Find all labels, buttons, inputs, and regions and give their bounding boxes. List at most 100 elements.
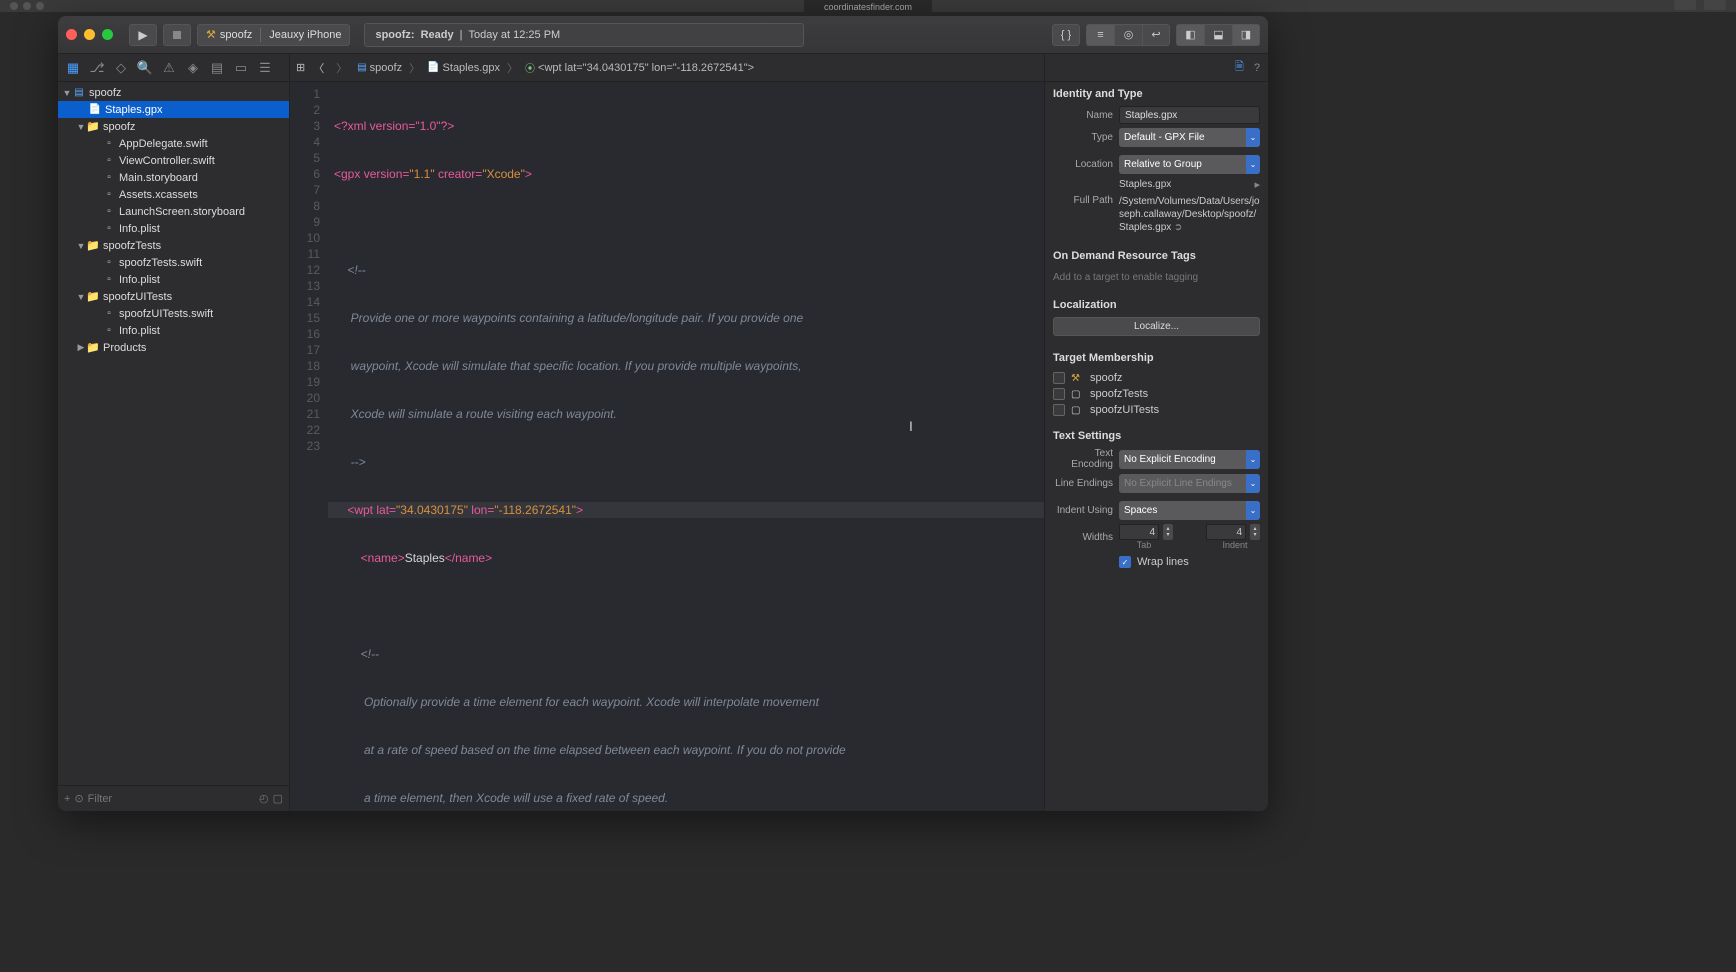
activity-view: spoofz: Ready | Today at 12:25 PM	[364, 23, 804, 47]
tree-folder[interactable]: ▶📁Products	[58, 339, 289, 356]
tree-file[interactable]: ▫Info.plist	[58, 220, 289, 237]
breakpoint-navigator-tab[interactable]: ▭	[230, 58, 252, 78]
back-icon[interactable]: 〈	[309, 60, 328, 76]
stop-button[interactable]	[163, 24, 191, 46]
location-select[interactable]: Relative to Group⌄	[1119, 155, 1260, 174]
text-cursor-icon: I	[909, 418, 913, 434]
debug-navigator-tab[interactable]: ▤	[206, 58, 228, 78]
chevron-down-icon: ⌄	[1246, 474, 1260, 493]
checkbox[interactable]	[1053, 388, 1065, 400]
target-header: Target Membership	[1053, 352, 1260, 364]
encoding-select[interactable]: No Explicit Encoding⌄	[1119, 450, 1260, 469]
tree-file[interactable]: ▫LaunchScreen.storyboard	[58, 203, 289, 220]
text-settings-header: Text Settings	[1053, 430, 1260, 442]
tab-stepper[interactable]: ▴▾	[1163, 524, 1173, 540]
tree-root[interactable]: ▼▤spoofz	[58, 84, 289, 101]
bundle-icon: ▢	[1071, 405, 1084, 416]
widths-label: Widths	[1053, 532, 1113, 543]
tab-width-field[interactable]: 4	[1119, 524, 1159, 540]
jump-project[interactable]: ▤spoofz	[355, 60, 404, 76]
jump-file[interactable]: 📄Staples.gpx	[425, 60, 502, 76]
endings-select[interactable]: No Explicit Line Endings⌄	[1119, 474, 1260, 493]
issue-navigator-tab[interactable]: ⚠	[158, 58, 180, 78]
target-row[interactable]: ⚒spoofz	[1053, 370, 1260, 386]
help-inspector-tab[interactable]: ?	[1254, 62, 1260, 74]
wrap-lines-checkbox[interactable]: ✓	[1119, 556, 1131, 568]
bundle-icon: ▢	[1071, 389, 1084, 400]
browser-tab-title[interactable]: coordinatesfinder.com	[804, 0, 932, 14]
run-button[interactable]: ▶	[129, 24, 157, 46]
zoom-icon[interactable]	[102, 29, 113, 40]
symbol-navigator-tab[interactable]: ◇	[110, 58, 132, 78]
forward-icon[interactable]: 〉	[332, 60, 351, 76]
toggle-inspector-button[interactable]: ◨	[1232, 24, 1260, 46]
scheme-name: spoofz	[220, 29, 252, 41]
source-control-tab[interactable]: ⎇	[86, 58, 108, 78]
inspector-panel: 🗎 ? Identity and Type Name Staples.gpx T…	[1044, 54, 1268, 811]
toggle-navigator-button[interactable]: ◧	[1176, 24, 1204, 46]
indent-width-field[interactable]: 4	[1206, 524, 1246, 540]
status-project: spoofz:	[375, 29, 414, 41]
toggle-debug-button[interactable]: ⬓	[1204, 24, 1232, 46]
scm-filter-icon[interactable]: ▢	[273, 792, 283, 805]
inspector-tabs: 🗎 ?	[1045, 54, 1268, 82]
code-editor[interactable]: 1234567891011121314151617181920212223 <?…	[290, 82, 1044, 811]
tree-folder[interactable]: ▼📁spoofzUITests	[58, 288, 289, 305]
assistant-editor-button[interactable]: ◎	[1114, 24, 1142, 46]
localize-button[interactable]: Localize...	[1053, 317, 1260, 336]
add-icon[interactable]: +	[64, 793, 70, 805]
recent-icon[interactable]: ◴	[259, 792, 269, 805]
reveal-icon[interactable]: ➲	[1174, 222, 1182, 233]
tree-file-selected[interactable]: 📄Staples.gpx	[58, 101, 289, 118]
test-navigator-tab[interactable]: ◈	[182, 58, 204, 78]
project-navigator-tab[interactable]: ▦	[62, 58, 84, 78]
tree-folder[interactable]: ▼📁spoofz	[58, 118, 289, 135]
tab-sublabel: Tab	[1119, 540, 1169, 550]
indent-using-select[interactable]: Spaces⌄	[1119, 501, 1260, 520]
type-select[interactable]: Default - GPX File⌄	[1119, 128, 1260, 147]
indent-stepper[interactable]: ▴▾	[1250, 524, 1260, 540]
tree-file[interactable]: ▫Main.storyboard	[58, 169, 289, 186]
tree-file[interactable]: ▫spoofzTests.swift	[58, 254, 289, 271]
close-icon[interactable]	[66, 29, 77, 40]
share-icon[interactable]	[1674, 0, 1696, 10]
library-button[interactable]: { }	[1052, 24, 1080, 46]
tree-file[interactable]: ▫Info.plist	[58, 271, 289, 288]
odr-header: On Demand Resource Tags	[1053, 250, 1260, 262]
jump-bar[interactable]: ⊞ 〈 〉 ▤spoofz 〉 📄Staples.gpx 〉 ⦿<wpt lat…	[290, 54, 1044, 82]
tree-file[interactable]: ▫ViewController.swift	[58, 152, 289, 169]
fullpath-value: /System/Volumes/Data/Users/joseph.callaw…	[1119, 195, 1260, 234]
chevron-down-icon: ⌄	[1246, 450, 1260, 469]
scheme-selector[interactable]: ⚒ spoofz Jeauxy iPhone	[197, 24, 350, 46]
file-inspector-tab[interactable]: 🗎	[1235, 58, 1244, 77]
name-field[interactable]: Staples.gpx	[1119, 106, 1260, 124]
line-gutter: 1234567891011121314151617181920212223	[290, 82, 328, 811]
version-editor-button[interactable]: ↩	[1142, 24, 1170, 46]
device-name: Jeauxy iPhone	[269, 29, 341, 41]
report-navigator-tab[interactable]: ☰	[254, 58, 276, 78]
folder-picker-icon[interactable]: ▸	[1254, 178, 1260, 191]
target-row[interactable]: ▢spoofzUITests	[1053, 402, 1260, 418]
status-state: Ready	[421, 29, 454, 41]
navigator-tabs: ▦ ⎇ ◇ 🔍 ⚠ ◈ ▤ ▭ ☰	[58, 54, 289, 82]
checkbox[interactable]	[1053, 372, 1065, 384]
encoding-label: Text Encoding	[1053, 448, 1113, 470]
hammer-icon: ⚒	[206, 28, 216, 41]
minimize-icon[interactable]	[84, 29, 95, 40]
checkbox[interactable]	[1053, 404, 1065, 416]
tree-folder[interactable]: ▼📁spoofzTests	[58, 237, 289, 254]
target-row[interactable]: ▢spoofzTests	[1053, 386, 1260, 402]
filter-icon: ⊙	[74, 792, 83, 805]
chevron-down-icon: ⌄	[1246, 501, 1260, 520]
jump-symbol[interactable]: ⦿<wpt lat="34.0430175" lon="-118.2672541…	[523, 58, 756, 77]
tabs-icon[interactable]	[1704, 0, 1726, 10]
tree-file[interactable]: ▫Assets.xcassets	[58, 186, 289, 203]
fullpath-label: Full Path	[1053, 195, 1113, 206]
filter-input[interactable]	[88, 793, 255, 805]
related-items-icon[interactable]: ⊞	[296, 61, 305, 74]
tree-file[interactable]: ▫AppDelegate.swift	[58, 135, 289, 152]
find-navigator-tab[interactable]: 🔍	[134, 58, 156, 78]
standard-editor-button[interactable]: ≡	[1086, 24, 1114, 46]
tree-file[interactable]: ▫spoofzUITests.swift	[58, 305, 289, 322]
tree-file[interactable]: ▫Info.plist	[58, 322, 289, 339]
